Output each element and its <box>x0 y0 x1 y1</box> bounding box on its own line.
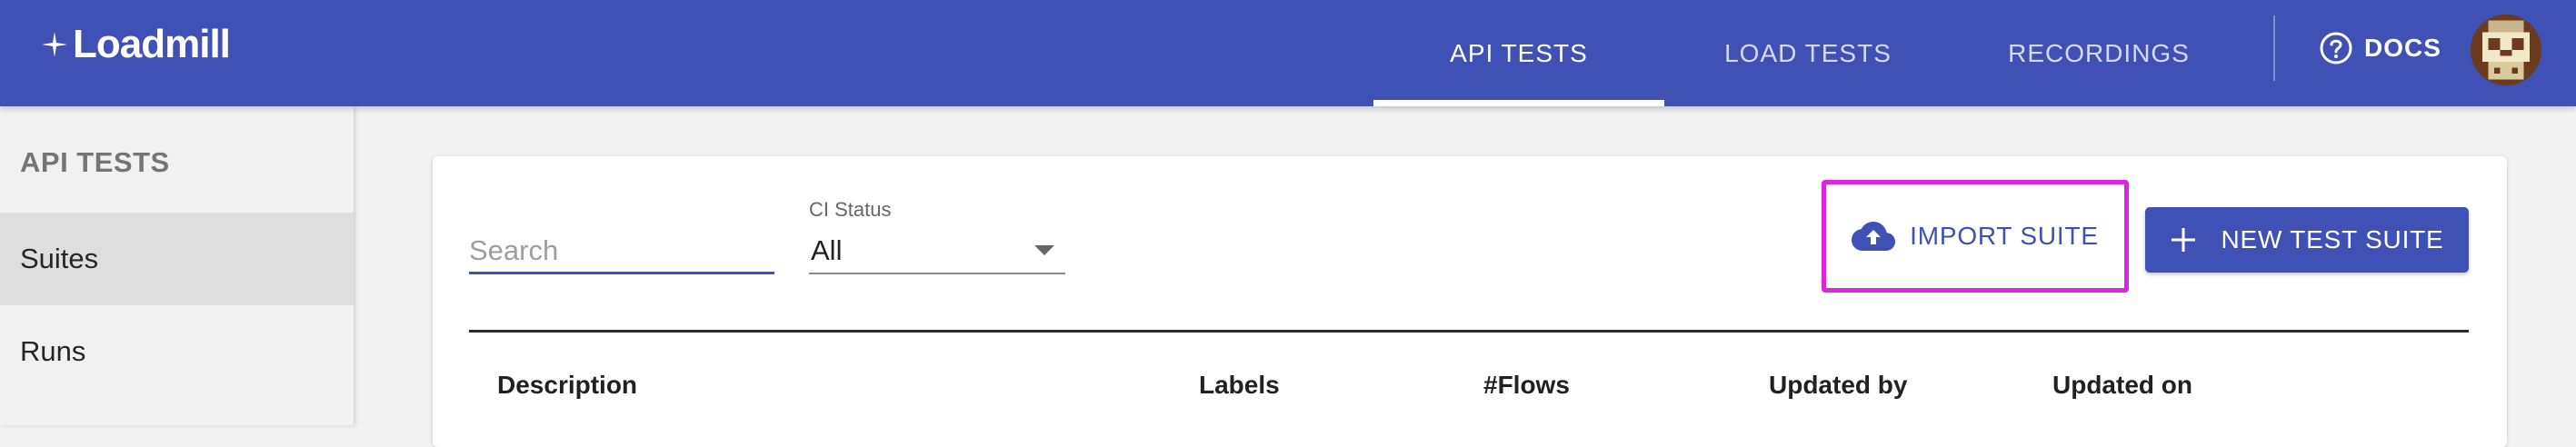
chevron-down-icon <box>1034 245 1054 255</box>
suites-card: CI Status All IMPORT SUITE NEW TEST SUIT… <box>433 156 2507 447</box>
loadmill-logo-icon <box>42 32 67 57</box>
search-input[interactable] <box>469 229 774 274</box>
tab-api-tests-label: API TESTS <box>1450 38 1588 67</box>
docs-label: DOCS <box>2364 34 2441 62</box>
tab-load-tests-label: LOAD TESTS <box>1724 38 1892 67</box>
app-name: Loadmill <box>73 22 231 66</box>
appbar-divider <box>2273 15 2275 81</box>
tab-recordings-label: RECORDINGS <box>2008 38 2190 67</box>
avatar-image <box>2471 15 2541 85</box>
column-header-flows[interactable]: #Flows <box>1483 371 1570 400</box>
sidebar-item-suites[interactable]: Suites <box>0 213 354 305</box>
sidebar-item-label: Suites <box>20 243 99 274</box>
column-header-labels[interactable]: Labels <box>1199 371 1280 400</box>
import-suite-button[interactable]: IMPORT SUITE <box>1822 180 2129 293</box>
table-header-divider <box>469 330 2469 333</box>
sidebar: API TESTS Suites Runs <box>0 106 354 425</box>
plus-icon <box>2172 228 2196 252</box>
help-circle-icon <box>2320 32 2352 65</box>
docs-button[interactable]: DOCS <box>2319 27 2441 69</box>
new-test-suite-button[interactable]: NEW TEST SUITE <box>2145 207 2469 273</box>
app-bar: Loadmill API TESTS LOAD TESTS RECORDINGS… <box>0 0 2576 106</box>
active-tab-indicator <box>1373 100 1664 106</box>
user-avatar[interactable] <box>2471 15 2541 85</box>
ci-status-select[interactable]: All <box>809 227 1065 274</box>
cloud-upload-icon <box>1852 222 1896 251</box>
tab-load-tests[interactable]: LOAD TESTS <box>1692 0 1923 106</box>
ci-status-label: CI Status <box>809 198 892 221</box>
column-header-updated-on[interactable]: Updated on <box>2052 371 2192 400</box>
tab-recordings[interactable]: RECORDINGS <box>1996 0 2202 106</box>
ci-status-value: All <box>811 234 843 266</box>
column-header-updated-by[interactable]: Updated by <box>1769 371 1907 400</box>
tab-api-tests[interactable]: API TESTS <box>1373 0 1664 106</box>
sidebar-heading: API TESTS <box>20 146 170 178</box>
column-header-description[interactable]: Description <box>497 371 637 400</box>
loadmill-logo[interactable]: Loadmill <box>38 22 231 67</box>
new-test-suite-label: NEW TEST SUITE <box>2221 225 2444 253</box>
sidebar-item-runs[interactable]: Runs <box>0 305 354 398</box>
import-suite-label: IMPORT SUITE <box>1910 222 2099 250</box>
sidebar-item-label: Runs <box>20 335 86 367</box>
